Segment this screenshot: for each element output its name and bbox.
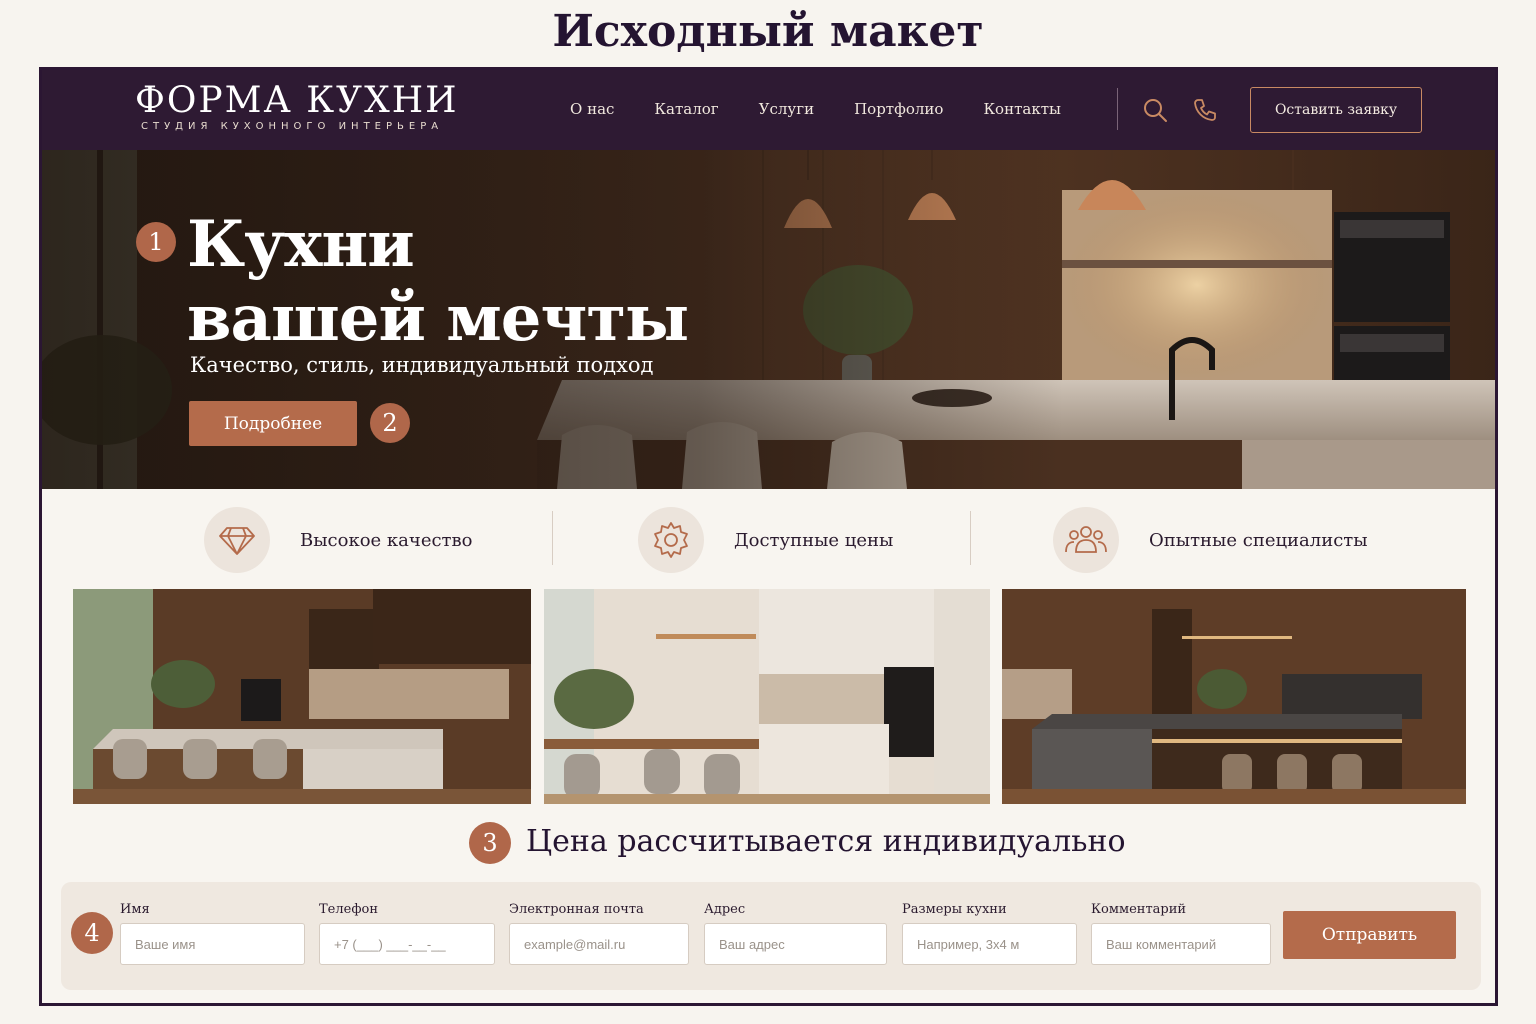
field-label: Размеры кухни	[902, 902, 1007, 917]
logo-tagline: СТУДИЯ КУХОННОГО ИНТЕРЬЕРА	[141, 121, 444, 132]
kitchen-size-input[interactable]: Например, 3х4 м	[902, 923, 1077, 965]
feature-icon-circle	[1053, 507, 1119, 573]
feature-specialists: Опытные специалисты	[1053, 507, 1368, 573]
hero-section: 1 Кухни вашей мечты Качество, стиль, инд…	[42, 150, 1495, 489]
field-label: Телефон	[319, 902, 378, 917]
hero-title-line2: вашей мечты	[187, 281, 689, 356]
request-button[interactable]: Оставить заявку	[1250, 87, 1422, 133]
nav-contacts[interactable]: Контакты	[983, 100, 1061, 118]
hero-title: Кухни вашей мечты	[187, 208, 747, 356]
feature-icon-circle	[638, 507, 704, 573]
address-input[interactable]: Ваш адрес	[704, 923, 887, 965]
kitchen-photo-2	[544, 589, 990, 804]
nav-services[interactable]: Услуги	[759, 100, 814, 118]
feature-quality: Высокое качество	[204, 507, 472, 573]
feature-label: Опытные специалисты	[1149, 529, 1368, 551]
feature-icon-circle	[204, 507, 270, 573]
kitchen-photo-1	[73, 589, 531, 804]
kitchen-photo-3	[1002, 589, 1466, 804]
comment-input[interactable]: Ваш комментарий	[1091, 923, 1271, 965]
nav-catalog[interactable]: Каталог	[654, 100, 718, 118]
nav-about[interactable]: О нас	[570, 100, 614, 118]
gallery-image-1[interactable]	[73, 589, 531, 804]
more-button[interactable]: Подробнее	[189, 401, 357, 446]
people-icon	[1065, 526, 1107, 553]
email-field: Электронная почта example@mail.ru	[509, 902, 689, 965]
email-input[interactable]: example@mail.ru	[509, 923, 689, 965]
field-label: Электронная почта	[509, 902, 644, 917]
nav-portfolio[interactable]: Портфолио	[854, 100, 943, 118]
step-badge-3: 3	[469, 822, 511, 864]
website-frame: ФОРМА КУХНИ СТУДИЯ КУХОННОГО ИНТЕРЬЕРА О…	[39, 67, 1498, 1006]
address-field: Адрес Ваш адрес	[704, 902, 887, 965]
logo[interactable]: ФОРМА КУХНИ СТУДИЯ КУХОННОГО ИНТЕРЬЕРА	[135, 80, 458, 132]
hero-title-line1: Кухни	[187, 207, 415, 282]
step-badge-2: 2	[370, 403, 410, 443]
features-row: Высокое качество Доступные цены Опытные …	[42, 489, 1495, 589]
feature-divider	[970, 511, 971, 565]
phone-field: Телефон +7 (___) ___-__-__	[319, 902, 495, 965]
search-icon[interactable]	[1142, 97, 1168, 123]
feature-prices: Доступные цены	[638, 507, 893, 573]
field-label: Комментарий	[1091, 902, 1187, 917]
feature-label: Доступные цены	[734, 529, 894, 551]
submit-button[interactable]: Отправить	[1283, 911, 1456, 959]
phone-icon[interactable]	[1192, 97, 1218, 123]
kitchen-size-field: Размеры кухни Например, 3х4 м	[902, 902, 1077, 965]
header-divider	[1117, 88, 1118, 130]
name-field: Имя Ваше имя	[120, 902, 305, 965]
hero-subtitle: Качество, стиль, индивидуальный подход	[190, 353, 654, 377]
comment-field: Комментарий Ваш комментарий	[1091, 902, 1271, 965]
gear-icon	[654, 522, 688, 558]
phone-input[interactable]: +7 (___) ___-__-__	[319, 923, 495, 965]
logo-name: ФОРМА КУХНИ	[135, 80, 459, 121]
field-label: Имя	[120, 902, 150, 917]
name-input[interactable]: Ваше имя	[120, 923, 305, 965]
site-header: ФОРМА КУХНИ СТУДИЯ КУХОННОГО ИНТЕРЬЕРА О…	[42, 70, 1495, 150]
page-caption: Исходный макет	[552, 6, 984, 57]
gallery-image-2[interactable]	[544, 589, 990, 804]
main-nav: О нас Каталог Услуги Портфолио Контакты	[570, 100, 1101, 118]
field-label: Адрес	[704, 902, 746, 917]
price-section: 3 Цена рассчитывается индивидуально	[42, 822, 1495, 866]
step-badge-1: 1	[136, 222, 176, 262]
gallery-image-3[interactable]	[1002, 589, 1466, 804]
step-badge-4: 4	[71, 912, 113, 954]
price-heading: Цена рассчитывается индивидуально	[526, 824, 1126, 859]
feature-label: Высокое качество	[300, 529, 473, 551]
diamond-icon	[219, 527, 255, 555]
request-form: 4 Имя Ваше имя Телефон +7 (___) ___-__-_…	[61, 882, 1481, 990]
feature-divider	[552, 511, 553, 565]
